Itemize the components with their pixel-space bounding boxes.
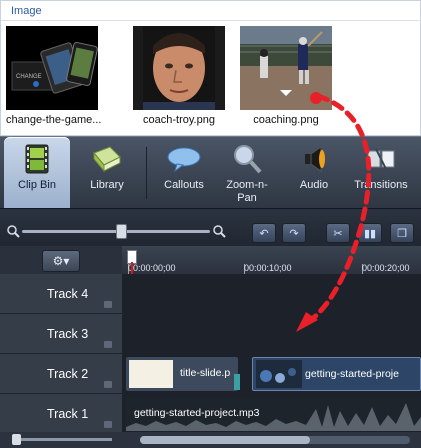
library-book-icon [90, 143, 124, 175]
bin-item-coach-troy[interactable]: coach-troy.png [133, 26, 225, 126]
lock-icon[interactable] [104, 341, 112, 348]
playhead-line [131, 262, 133, 274]
bin-item-label: change-the-game... [6, 114, 102, 126]
svg-text:CHANGE: CHANGE [16, 74, 42, 80]
tab-clip-bin[interactable]: Clip Bin [4, 137, 70, 209]
clip-label: title-slide.p [180, 367, 231, 379]
zoom-out-icon[interactable] [6, 224, 20, 238]
tab-transitions[interactable]: Transitions [346, 137, 416, 209]
split-icon: ▮▮ [363, 227, 377, 240]
tab-label: Audio [299, 179, 329, 191]
ruler-time-label: 00:00:10;00 [244, 263, 292, 273]
clip-thumbnail [129, 360, 173, 388]
redo-icon: ↷ [289, 227, 299, 240]
clip-title-slide[interactable]: title-slide.p [126, 357, 238, 391]
cut-button[interactable]: ✂ [326, 223, 350, 243]
ruler-time-label: 00:00:20;00 [362, 263, 410, 273]
track-height-slider-handle[interactable] [12, 434, 21, 445]
track-label: Track 3 [47, 327, 89, 341]
track-options-button[interactable]: ⚙▾ [42, 250, 80, 272]
undo-button[interactable]: ↶ [252, 223, 276, 243]
bin-section-title: Image [11, 5, 42, 17]
ruler-time-label: 00:00:00;00 [128, 263, 176, 273]
zoom-slider-handle[interactable] [116, 224, 127, 239]
timeline-scrollbar-row [0, 432, 421, 448]
track-header-2[interactable]: Track 2 [0, 354, 122, 394]
track-header-1[interactable]: Track 1 [0, 394, 122, 434]
timeline-panel: ⚙▾ 00:00:00;00 00:00:10;00 00:00:20;00 T… [0, 246, 421, 448]
tab-divider [146, 147, 147, 199]
tab-zoom-n-pan[interactable]: Zoom-n- Pan [218, 137, 276, 209]
track-label: Track 4 [47, 287, 89, 301]
copy-icon: ❐ [397, 227, 407, 240]
portrait-thumbnail [133, 26, 225, 110]
timeline-controls: ↶ ↷ ✂ ▮▮ ❐ [0, 208, 421, 247]
tab-label: Library [90, 179, 124, 191]
task-tabs-toolbar: Clip Bin Library Callouts Zoom-n- Pan Au… [0, 136, 421, 209]
track-header-column: Track 4 Track 3 Track 2 Track 1 [0, 274, 122, 448]
lock-icon[interactable] [104, 301, 112, 308]
lock-icon[interactable] [104, 421, 112, 428]
horizontal-scrollbar-thumb[interactable] [140, 436, 310, 444]
magnifier-icon [230, 143, 264, 175]
track-lane-4[interactable] [122, 274, 421, 315]
track-lane-3[interactable] [122, 314, 421, 355]
tab-label: Transitions [354, 179, 408, 191]
bin-item-coaching[interactable]: coaching.png [240, 26, 332, 126]
baseball-field-thumbnail [240, 26, 332, 110]
tab-label: Clip Bin [18, 179, 56, 191]
track-label: Track 2 [47, 367, 89, 381]
track-lane-1[interactable]: getting-started-project.mp3 [122, 394, 421, 435]
tab-label-line2: Pan [237, 192, 257, 204]
gear-icon: ⚙▾ [52, 254, 70, 268]
bin-item-label: coaching.png [253, 114, 319, 126]
track-header-3[interactable]: Track 3 [0, 314, 122, 354]
zoom-in-icon[interactable] [212, 224, 226, 238]
clip-audio-getting-started[interactable]: getting-started-project.mp3 [126, 397, 421, 431]
film-strip-icon [20, 143, 54, 175]
tab-label-line1: Zoom-n- [226, 179, 268, 191]
clip-bin-panel: Image CHANGE change-the-game... coach-tr… [0, 0, 421, 136]
copy-button[interactable]: ❐ [390, 223, 414, 243]
bin-item-label: coach-troy.png [143, 114, 215, 126]
clip-getting-started[interactable]: getting-started-proje [252, 357, 421, 391]
speaker-icon [297, 143, 331, 175]
cut-icon: ✂ [333, 227, 343, 240]
tab-callouts[interactable]: Callouts [152, 137, 216, 209]
track-header-4[interactable]: Track 4 [0, 274, 122, 314]
track-lane-2[interactable]: title-slide.p getting-started-proje [122, 354, 421, 395]
clip-label: getting-started-proje [305, 368, 399, 380]
clip-thumbnail [256, 360, 302, 388]
track-height-slider[interactable] [12, 438, 112, 441]
undo-icon: ↶ [259, 227, 269, 240]
split-button[interactable]: ▮▮ [358, 223, 382, 243]
redo-button[interactable]: ↷ [282, 223, 306, 243]
promo-collage-thumbnail: CHANGE [6, 26, 98, 110]
time-ruler[interactable]: 00:00:00;00 00:00:10;00 00:00:20;00 [122, 246, 421, 274]
tab-audio[interactable]: Audio [286, 137, 342, 209]
clip-edge-handle[interactable] [234, 374, 240, 390]
transition-icon [364, 143, 398, 175]
speech-bubble-icon [167, 143, 201, 175]
clip-label: getting-started-project.mp3 [134, 407, 260, 419]
tab-label: Callouts [164, 179, 204, 191]
track-label: Track 1 [47, 407, 89, 421]
tab-label: Zoom-n- Pan [218, 179, 276, 205]
lock-icon[interactable] [104, 381, 112, 388]
bin-item-change-the-game[interactable]: CHANGE change-the-game... [6, 26, 102, 126]
tab-library[interactable]: Library [72, 137, 142, 209]
bin-divider [1, 20, 421, 21]
